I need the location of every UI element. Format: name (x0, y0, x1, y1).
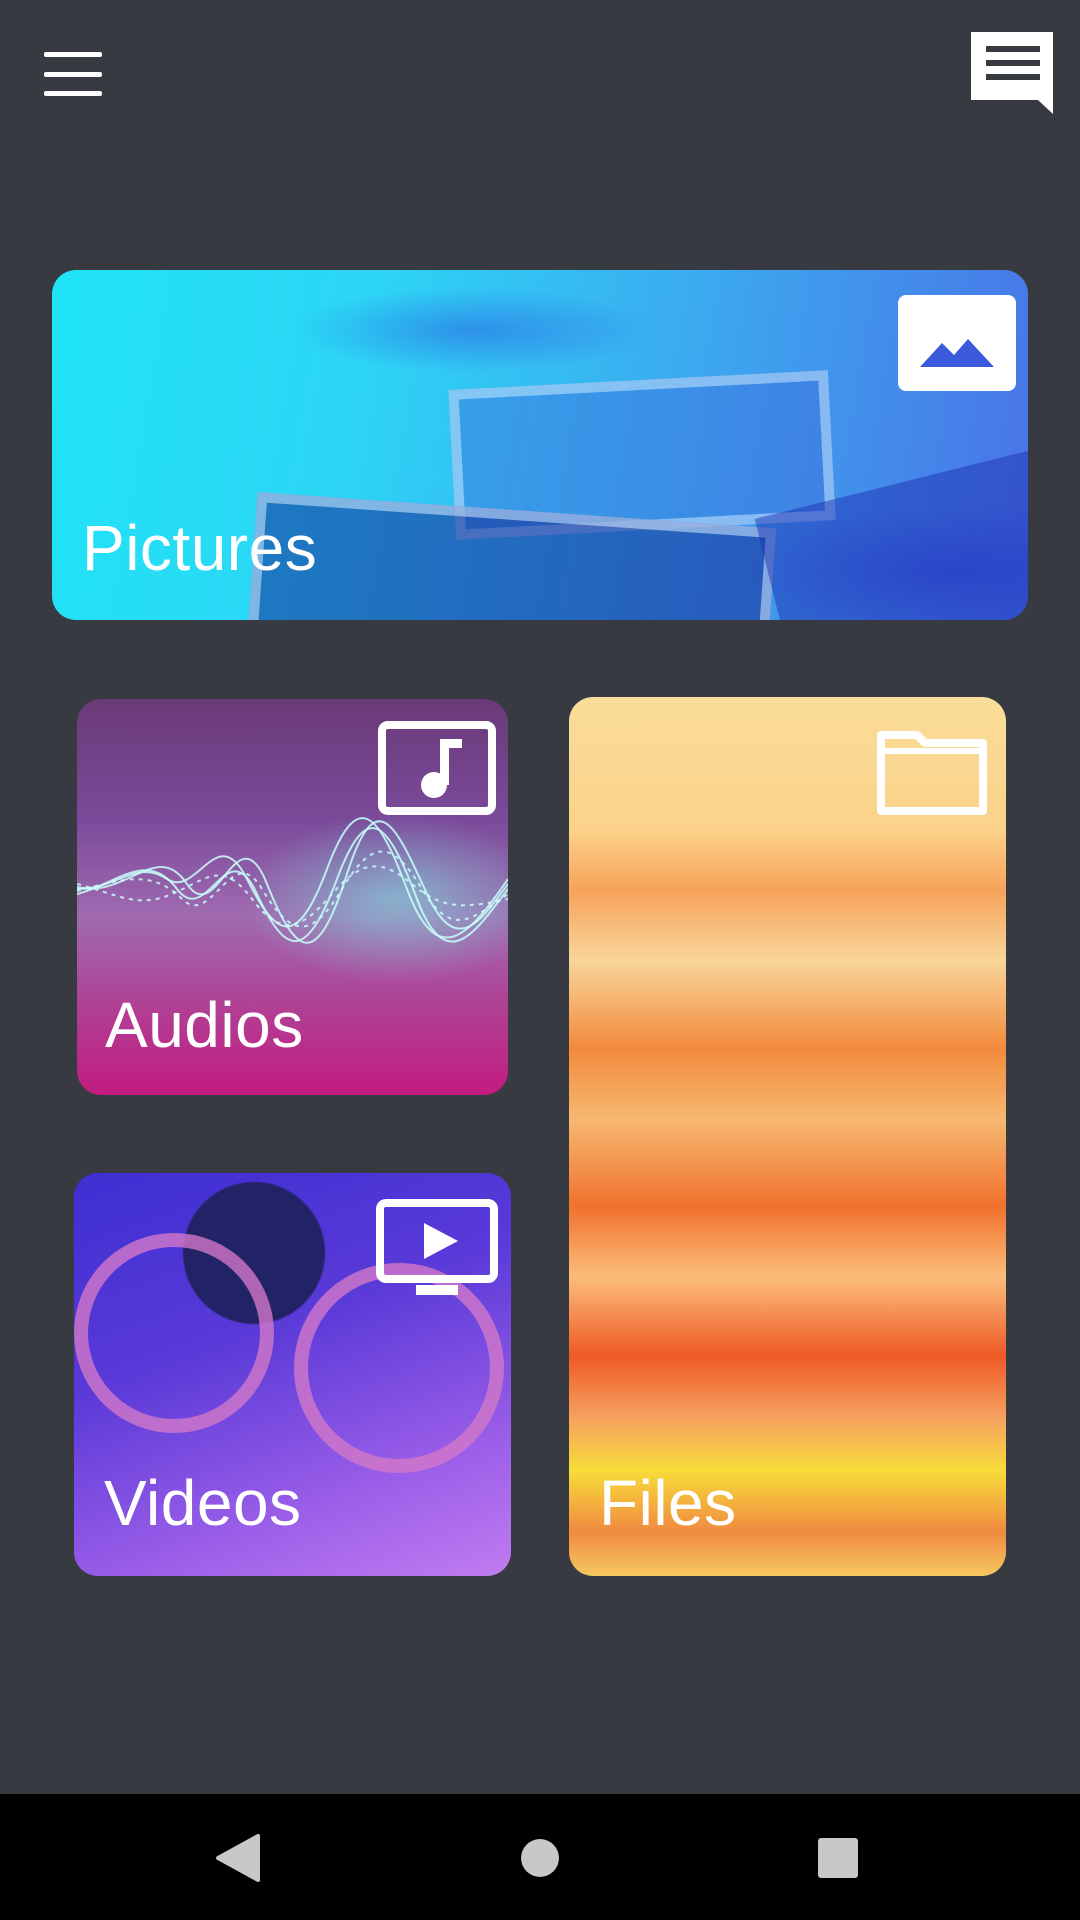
sound-wave-decoration (77, 817, 508, 944)
audios-label: Audios (105, 989, 304, 1061)
music-note-icon (378, 721, 496, 815)
videos-tile[interactable]: Videos (74, 1173, 511, 1576)
folder-icon (877, 731, 987, 815)
film-reel-decoration (74, 1233, 274, 1433)
video-play-icon (376, 1199, 498, 1295)
files-tile[interactable]: Files (569, 697, 1006, 1576)
menu-button[interactable] (44, 52, 102, 96)
audios-tile[interactable]: Audios (77, 699, 508, 1095)
image-icon (898, 295, 1016, 391)
recents-square-icon[interactable] (818, 1838, 858, 1878)
system-navigation-bar (0, 1794, 1080, 1920)
hamburger-line (44, 91, 102, 96)
home-circle-icon[interactable] (521, 1839, 559, 1877)
hamburger-line (44, 71, 102, 77)
hamburger-menu-icon (44, 52, 102, 57)
pictures-tile[interactable]: Pictures (52, 270, 1028, 620)
files-label: Files (599, 1467, 737, 1539)
back-triangle-icon[interactable] (214, 1832, 266, 1884)
feedback-button[interactable] (968, 28, 1056, 118)
pictures-label: Pictures (82, 512, 318, 584)
videos-label: Videos (104, 1467, 302, 1539)
chat-feedback-icon (971, 32, 1053, 114)
app-root: Pictures Audios Videos Files (0, 0, 1080, 1920)
